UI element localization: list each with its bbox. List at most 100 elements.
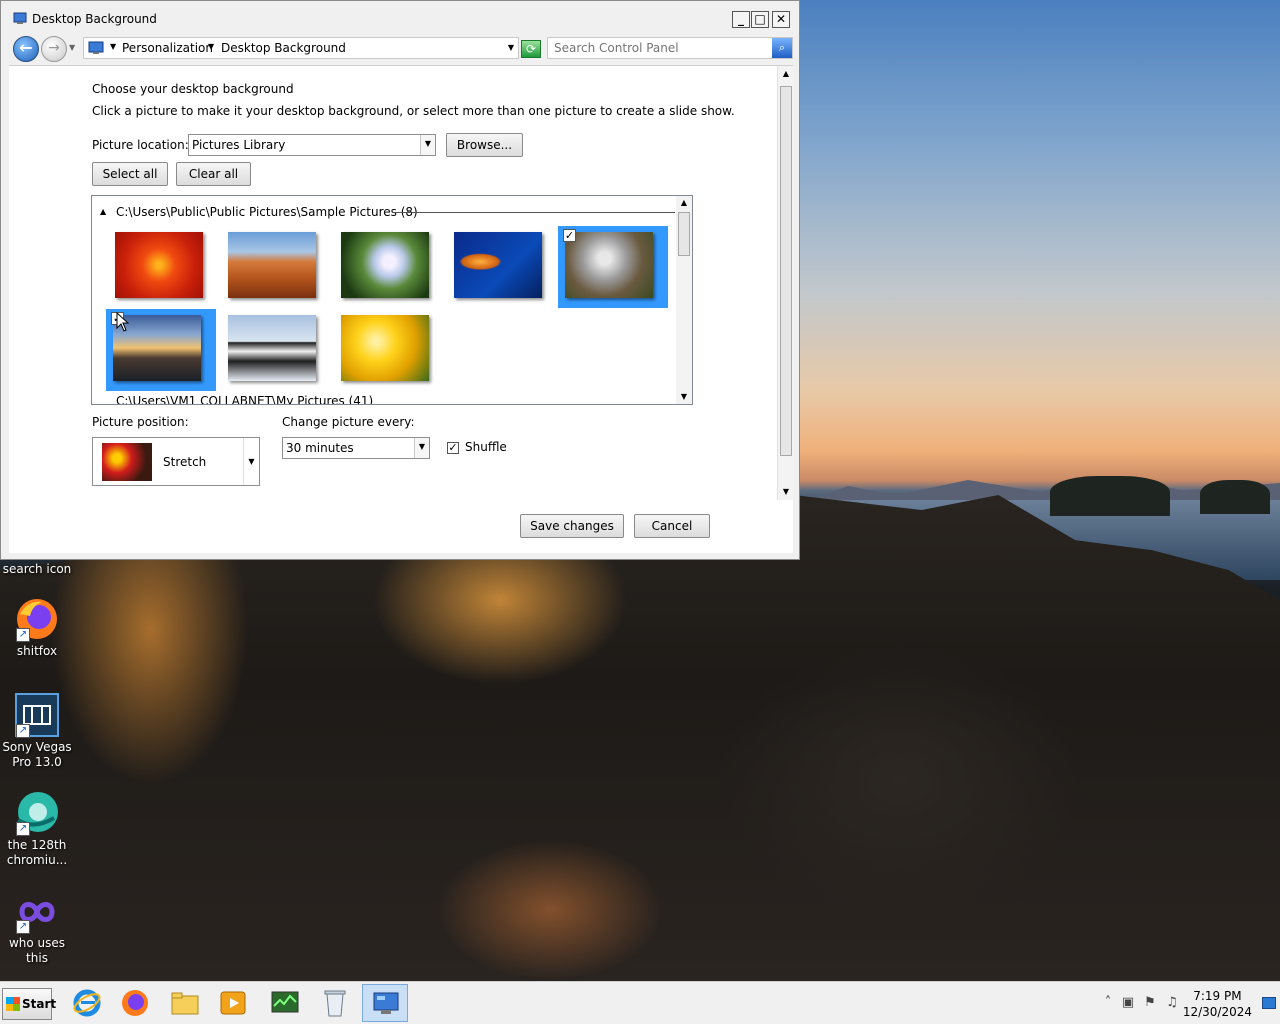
shortcut-arrow-icon: ↗ bbox=[16, 724, 30, 738]
jellyfish-image bbox=[454, 232, 542, 298]
change-interval-value: 30 minutes bbox=[286, 441, 354, 455]
network-icon[interactable]: ▣ bbox=[1120, 996, 1136, 1010]
taskbar: Start ˄ ▣ ⚑ ♫ 7:19 PM 12/30/2024 bbox=[0, 981, 1280, 1024]
scroll-up-icon[interactable]: ▲ bbox=[676, 196, 692, 210]
start-button[interactable]: Start bbox=[2, 988, 56, 1020]
cancel-button[interactable]: Cancel bbox=[634, 514, 710, 538]
minimize-button[interactable]: _ bbox=[732, 11, 750, 28]
title-bar[interactable]: Desktop Background _ □ ✕ bbox=[1, 1, 799, 35]
search-box[interactable]: ⌕ bbox=[547, 37, 793, 59]
taskbar-internet-explorer[interactable] bbox=[64, 984, 110, 1022]
breadcrumb-desktop-background[interactable]: Desktop Background bbox=[221, 41, 346, 55]
collapse-group-icon[interactable]: ▲ bbox=[100, 207, 106, 216]
show-desktop-icon[interactable] bbox=[1262, 997, 1276, 1009]
desktop-icon-who-uses-this[interactable]: ↗ who uses this bbox=[0, 888, 74, 966]
gallery-scrollbar[interactable]: ▲ ▼ bbox=[676, 196, 692, 404]
breadcrumb-personalization[interactable]: Personalization bbox=[122, 41, 213, 55]
shortcut-arrow-icon: ↗ bbox=[16, 920, 30, 934]
scroll-thumb[interactable] bbox=[780, 86, 792, 456]
desktop-icon-chromium[interactable]: ↗ the 128th chromiu... bbox=[0, 790, 74, 868]
show-hidden-icons-icon[interactable]: ˄ bbox=[1100, 996, 1116, 1010]
breadcrumb-separator-icon[interactable]: ▼ bbox=[208, 42, 214, 51]
main-content: Choose your desktop background Click a p… bbox=[9, 65, 793, 553]
save-changes-button[interactable]: Save changes bbox=[520, 514, 624, 538]
thumbnail-tulips[interactable] bbox=[334, 309, 444, 391]
taskbar-firefox[interactable] bbox=[112, 984, 158, 1022]
action-center-flag-icon[interactable]: ⚑ bbox=[1142, 996, 1158, 1010]
scroll-down-icon[interactable]: ▼ bbox=[676, 390, 692, 404]
thumbnail-koala[interactable]: ✓ bbox=[558, 226, 668, 308]
window-title: Desktop Background bbox=[32, 12, 157, 26]
clock-time: 7:19 PM bbox=[1193, 989, 1242, 1003]
back-button[interactable]: ← bbox=[13, 36, 39, 62]
taskbar-file-explorer[interactable] bbox=[162, 984, 208, 1022]
thumbnail-chrysanthemum[interactable] bbox=[108, 226, 218, 308]
chevron-down-icon: ▼ bbox=[420, 135, 435, 155]
desktop-icon-label: Sony Vegas Pro 13.0 bbox=[2, 740, 72, 769]
file-explorer-icon bbox=[171, 992, 199, 1015]
picture-position-select[interactable]: Stretch ▼ bbox=[92, 437, 260, 486]
desktop-icon-sony-vegas[interactable]: ↗ Sony Vegas Pro 13.0 bbox=[0, 692, 74, 770]
control-panel-icon bbox=[13, 12, 27, 24]
group-header[interactable]: C:\Users\Public\Public Pictures\Sample P… bbox=[116, 205, 418, 219]
recent-pages-dropdown-icon[interactable]: ▼ bbox=[69, 43, 75, 52]
control-panel-icon bbox=[88, 41, 104, 54]
koala-checkbox[interactable]: ✓ bbox=[563, 229, 576, 242]
page-instructions: Click a picture to make it your desktop … bbox=[92, 104, 735, 118]
chevron-down-icon: ▼ bbox=[414, 438, 429, 458]
address-dropdown-icon[interactable]: ▼ bbox=[508, 43, 514, 52]
thumbnail-jellyfish[interactable] bbox=[447, 226, 557, 308]
group-header-my-pictures[interactable]: C:\Users\VM1 COLLABNET\My Pictures (41) bbox=[116, 394, 373, 404]
maximize-button[interactable]: □ bbox=[751, 11, 769, 28]
scroll-up-icon[interactable]: ▲ bbox=[778, 66, 794, 82]
breadcrumb-separator-icon[interactable]: ▼ bbox=[110, 42, 116, 51]
internet-explorer-icon bbox=[73, 989, 101, 1017]
content-scrollbar[interactable]: ▲ ▼ bbox=[777, 66, 793, 500]
search-icon[interactable]: ⌕ bbox=[772, 38, 792, 58]
system-tray: ˄ ▣ ⚑ ♫ 7:19 PM 12/30/2024 bbox=[1100, 982, 1280, 1024]
taskbar-control-panel[interactable] bbox=[362, 984, 408, 1022]
shuffle-checkbox[interactable]: ✓ bbox=[447, 442, 459, 454]
clear-all-button[interactable]: Clear all bbox=[176, 162, 251, 186]
taskbar-task-manager[interactable] bbox=[262, 984, 308, 1022]
group-divider bbox=[392, 212, 675, 213]
desktop-icon-shitfox[interactable]: ↗ shitfox bbox=[0, 596, 74, 659]
picture-location-select[interactable]: Pictures Library ▼ bbox=[188, 134, 436, 156]
browse-button[interactable]: Browse... bbox=[446, 133, 523, 157]
thumbnail-desert[interactable] bbox=[221, 226, 331, 308]
address-bar[interactable]: ▼ Personalization ▼ Desktop Background ▼ bbox=[83, 37, 519, 59]
forward-button[interactable]: → bbox=[41, 36, 67, 62]
desktop-icon-search[interactable]: search icon bbox=[0, 562, 74, 577]
tulips-image bbox=[341, 315, 429, 381]
select-all-button[interactable]: Select all bbox=[92, 162, 168, 186]
taskbar-media-player[interactable] bbox=[210, 984, 256, 1022]
mouse-cursor-icon bbox=[116, 312, 130, 332]
desktop-icon-label: shitfox bbox=[16, 644, 58, 658]
film-icon: ↗ bbox=[14, 692, 60, 738]
picture-gallery: ▲ C:\Users\Public\Public Pictures\Sample… bbox=[91, 195, 693, 405]
chromium-icon: ↗ bbox=[14, 790, 60, 836]
start-label: Start bbox=[22, 997, 57, 1011]
volume-icon[interactable]: ♫ bbox=[1164, 996, 1180, 1010]
taskbar-recycle-bin[interactable] bbox=[312, 984, 358, 1022]
scroll-down-icon[interactable]: ▼ bbox=[778, 484, 794, 500]
shortcut-arrow-icon: ↗ bbox=[16, 628, 30, 642]
clock-date: 12/30/2024 bbox=[1182, 1005, 1252, 1019]
change-interval-select[interactable]: 30 minutes ▼ bbox=[282, 437, 430, 459]
picture-location-value: Pictures Library bbox=[192, 138, 286, 152]
shuffle-label[interactable]: Shuffle bbox=[465, 440, 507, 454]
desktop-background-window: Desktop Background _ □ ✕ ← → ▼ ▼ Persona… bbox=[0, 0, 800, 560]
clock[interactable]: 7:19 PM 12/30/2024 bbox=[1183, 988, 1252, 1020]
desert-image bbox=[228, 232, 316, 298]
refresh-button[interactable]: ⟳ bbox=[521, 40, 541, 58]
desktop-icon-label: the 128th chromiu... bbox=[6, 838, 68, 867]
scroll-thumb[interactable] bbox=[678, 212, 690, 256]
thumbnail-hydrangeas[interactable] bbox=[334, 226, 444, 308]
chevron-down-icon: ▼ bbox=[243, 438, 259, 485]
task-manager-icon bbox=[271, 991, 299, 1013]
windows-logo-icon bbox=[6, 997, 20, 1011]
search-input[interactable] bbox=[554, 40, 764, 56]
close-button[interactable]: ✕ bbox=[772, 11, 790, 28]
thumbnail-penguins[interactable] bbox=[221, 309, 331, 391]
picture-location-label: Picture location: bbox=[92, 138, 189, 152]
